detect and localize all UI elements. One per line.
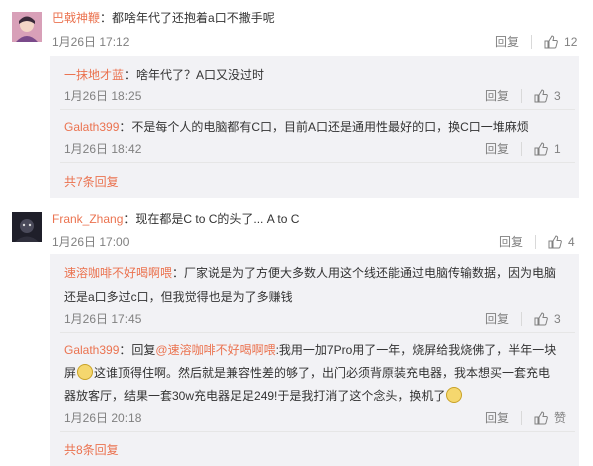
thumbs-up-icon — [534, 141, 548, 155]
reply-text: ：回复 — [119, 343, 156, 357]
like-button[interactable]: 赞 — [534, 409, 566, 426]
reply-text: 这谁顶得住啊。然后就是兼容性差的够了，出门必须背原装充电器，我本想买一套充电 — [94, 366, 551, 380]
emoji-icon — [77, 364, 94, 380]
divider — [521, 88, 523, 103]
like-count: 1 — [554, 141, 561, 156]
reply-button[interactable]: 回复 — [485, 87, 509, 104]
more-replies-link[interactable]: 共7条回复 — [64, 173, 119, 190]
more-replies-link[interactable]: 共8条回复 — [64, 441, 119, 458]
mention-link[interactable]: @速溶咖啡不好喝啊喂 — [155, 343, 275, 357]
reply-button[interactable]: 回复 — [499, 233, 523, 250]
reply-time: 1月26日 20:18 — [64, 411, 142, 425]
like-count: 3 — [554, 88, 561, 103]
reply-text-continued: 器放客厅，结果一套30w充电器足足249!于是我打消了这个念头，换机了 — [64, 387, 463, 404]
divider — [521, 311, 523, 326]
reply-text: ：厂家说是为了方便大多数人用这个线还能通过电脑传输数据，因为电脑 — [172, 266, 557, 280]
divider — [60, 431, 575, 432]
thumbs-up-icon — [534, 88, 548, 102]
like-count: 3 — [554, 311, 561, 326]
reply-author[interactable]: 速溶咖啡不好喝啊喂 — [64, 266, 172, 280]
reply-body: Galath399：不是每个人的电脑都有C口，目前A口还是通用性最好的口，换C口… — [64, 118, 529, 135]
comment-text: ：现在都是C to C的头了... A to C — [123, 212, 300, 226]
thumbs-up-icon — [534, 410, 548, 424]
divider — [521, 141, 523, 156]
avatar[interactable] — [12, 212, 42, 242]
divider — [60, 109, 575, 110]
reply-button[interactable]: 回复 — [495, 33, 519, 50]
reply-button[interactable]: 回复 — [485, 140, 509, 157]
comment-text: ：都啥年代了还抱着a口不撒手呢 — [100, 11, 275, 25]
reply-text: ：啥年代了？A口又没过时 — [124, 68, 265, 82]
thumbs-up-icon — [534, 311, 548, 325]
emoji-icon — [446, 387, 463, 403]
reply-body: Galath399：回复@速溶咖啡不好喝啊喂:我用一加7Pro用了一年，烧屏给我… — [64, 341, 556, 358]
reply-text: :我用一加7Pro用了一年，烧屏给我烧佛了，半年一块 — [275, 343, 557, 357]
divider — [60, 332, 575, 333]
reply-time: 1月26日 18:25 — [64, 89, 142, 103]
like-count: 4 — [568, 234, 575, 249]
comment-body: 巴戟神鞭：都啥年代了还抱着a口不撒手呢 — [52, 9, 275, 26]
like-count: 赞 — [554, 411, 567, 425]
reply-button[interactable]: 回复 — [485, 409, 509, 426]
like-button[interactable]: 1 — [534, 142, 561, 156]
reply-time: 1月26日 18:42 — [64, 142, 142, 156]
divider — [535, 234, 537, 249]
reply-text-continued: 屏 这谁顶得住啊。然后就是兼容性差的够了，出门必须背原装充电器，我本想买一套充电 — [64, 364, 550, 381]
avatar[interactable] — [12, 12, 42, 42]
like-count: 12 — [564, 34, 578, 49]
like-button[interactable]: 4 — [548, 235, 575, 249]
reply-body: 一抹地才蓝：啥年代了？A口又没过时 — [64, 66, 264, 83]
reply-author[interactable]: 一抹地才蓝 — [64, 68, 124, 82]
comment-author[interactable]: Frank_Zhang — [52, 212, 123, 226]
comment-actions: 回复 4 — [499, 233, 575, 250]
reply-button[interactable]: 回复 — [485, 310, 509, 327]
reply-list — [50, 254, 579, 466]
reply-text-continued: 还是a口多过c口，但我觉得也是为了多赚钱 — [64, 290, 293, 304]
like-button[interactable]: 3 — [534, 89, 561, 103]
divider — [60, 162, 575, 163]
reply-text: 器放客厅，结果一套30w充电器足足249!于是我打消了这个念头，换机了 — [64, 389, 446, 403]
reply-text: ：不是每个人的电脑都有C口，目前A口还是通用性最好的口，换C口一堆麻烦 — [119, 120, 529, 134]
reply-actions: 回复 3 — [485, 310, 561, 327]
like-button[interactable]: 12 — [544, 35, 577, 49]
thumbs-up-icon — [544, 34, 558, 48]
reply-author[interactable]: Galath399 — [64, 120, 119, 134]
reply-actions: 回复 1 — [485, 140, 561, 157]
reply-actions: 回复 3 — [485, 87, 561, 104]
divider — [531, 34, 533, 49]
thumbs-up-icon — [548, 234, 562, 248]
comment-time: 1月26日 17:00 — [52, 235, 130, 249]
reply-author[interactable]: Galath399 — [64, 343, 119, 357]
reply-body: 速溶咖啡不好喝啊喂：厂家说是为了方便大多数人用这个线还能通过电脑传输数据，因为电… — [64, 264, 556, 281]
comment-time: 1月26日 17:12 — [52, 35, 130, 49]
like-button[interactable]: 3 — [534, 312, 561, 326]
comment-author[interactable]: 巴戟神鞭 — [52, 11, 100, 25]
divider — [521, 410, 523, 425]
reply-text: 屏 — [64, 366, 77, 380]
reply-time: 1月26日 17:45 — [64, 312, 142, 326]
comment-actions: 回复 12 — [495, 33, 577, 50]
comment-body: Frank_Zhang：现在都是C to C的头了... A to C — [52, 210, 299, 227]
reply-actions: 回复 赞 — [485, 409, 566, 426]
